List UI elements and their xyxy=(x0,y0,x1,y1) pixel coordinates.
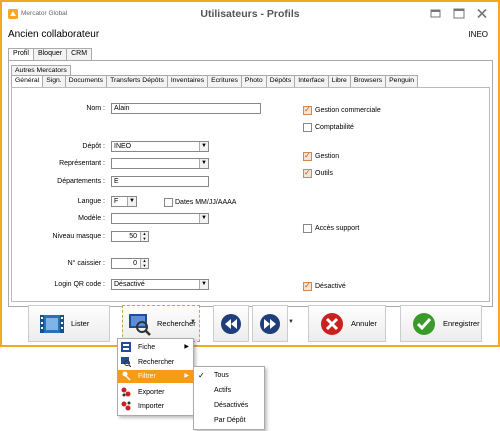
niveau-masque-label: Niveau masque : xyxy=(52,233,105,240)
submenu-arrow-icon: ▶ xyxy=(184,373,189,379)
filtrer-submenu: ✓ Tous Actifs Désactivés Par Dépôt xyxy=(193,366,265,430)
no-caissier-stepper[interactable]: 0 ▲ ▼ xyxy=(111,258,149,269)
niveau-masque-stepper[interactable]: 50 ▲ ▼ xyxy=(111,231,149,242)
chevron-down-icon: ▼ xyxy=(199,142,208,151)
stepper-arrows-icon[interactable]: ▲ ▼ xyxy=(140,232,148,241)
chevron-down-icon: ▼ xyxy=(199,280,208,289)
menu-item-importer[interactable]: Importer xyxy=(118,400,193,413)
submenu-item-actifs[interactable]: Actifs xyxy=(194,384,264,397)
save-check-icon xyxy=(413,312,435,335)
submenu-arrow-icon: ▶ xyxy=(184,344,189,350)
niveau-masque-value: 50 xyxy=(129,233,137,240)
fiche-icon xyxy=(121,342,131,352)
nom-label: Nom : xyxy=(86,105,105,112)
search-icon xyxy=(121,357,131,367)
departements-input[interactable]: E xyxy=(111,176,209,187)
chevron-down-icon: ▼ xyxy=(127,197,136,206)
comptabilite-label: Comptabilité xyxy=(315,124,354,131)
close-window-icon[interactable] xyxy=(476,8,488,19)
login-qr-select[interactable]: Désactivé ▼ xyxy=(111,279,209,290)
check-icon: ✓ xyxy=(198,371,205,380)
previous-button[interactable] xyxy=(213,305,249,342)
dates-format-label: Dates MM/JJ/AAAA xyxy=(175,199,237,206)
menu-item-importer-label: Importer xyxy=(138,403,165,410)
langue-select[interactable]: F ▼ xyxy=(111,196,137,207)
rewind-icon xyxy=(221,313,241,334)
no-caissier-label: N° caissier : xyxy=(67,260,105,267)
menu-item-fiche-label: Fiche xyxy=(138,344,156,351)
film-list-icon xyxy=(40,314,64,333)
comptabilite-checkbox[interactable] xyxy=(303,123,312,132)
representant-label: Représentant : xyxy=(59,160,105,167)
menu-item-exporter-label: Exporter xyxy=(138,389,165,396)
submenu-item-desactives-label: Désactivés xyxy=(214,402,249,409)
filter-icon xyxy=(122,371,131,381)
login-qr-value: Désactivé xyxy=(114,281,145,288)
outils-checkbox[interactable] xyxy=(303,168,312,178)
depot-value: INEO xyxy=(114,143,132,150)
submenu-item-actifs-label: Actifs xyxy=(214,387,232,394)
desactive-checkbox[interactable] xyxy=(303,281,312,291)
search-icon xyxy=(129,313,151,336)
depot-select[interactable]: INEO ▼ xyxy=(111,141,209,152)
import-icon xyxy=(121,401,131,411)
login-qr-label: Login QR code : xyxy=(54,281,105,288)
chevron-down-icon: ▼ xyxy=(199,214,208,223)
submenu-item-desactives[interactable]: Désactivés xyxy=(194,399,264,412)
enregistrer-label: Enregistrer xyxy=(443,319,480,328)
export-icon xyxy=(121,387,131,397)
langue-label: Langue : xyxy=(77,198,105,205)
rechercher-menu: Fiche ▶ Rechercher Filtrer ▶ Exporter Im… xyxy=(117,338,194,416)
maximize-window-icon[interactable] xyxy=(453,8,465,19)
gestion-label: Gestion xyxy=(315,153,340,160)
lister-button[interactable]: Lister xyxy=(28,305,110,342)
chevron-down-icon: ▼ xyxy=(199,159,208,168)
lister-label: Lister xyxy=(71,319,90,328)
submenu-item-tous-label: Tous xyxy=(214,372,229,379)
modele-label: Modèle : xyxy=(78,215,105,222)
annuler-button[interactable]: Annuler xyxy=(308,305,386,342)
representant-select[interactable]: ▼ xyxy=(111,158,209,169)
navigation-dropdown-icon[interactable]: ▼ xyxy=(288,319,294,325)
window-title: Utilisateurs - Profils xyxy=(200,8,300,20)
record-title: Ancien collaborateur xyxy=(8,29,100,40)
modele-select[interactable]: ▼ xyxy=(111,213,209,224)
departements-label: Départements : xyxy=(57,178,105,185)
submenu-item-par-depot-label: Par Dépôt xyxy=(214,417,246,424)
enregistrer-button[interactable]: Enregistrer xyxy=(400,305,482,342)
fast-forward-icon xyxy=(260,313,280,334)
submenu-item-par-depot[interactable]: Par Dépôt xyxy=(194,414,264,427)
dates-format-checkbox[interactable] xyxy=(164,198,173,207)
submenu-item-tous[interactable]: ✓ Tous xyxy=(194,369,264,382)
cancel-icon xyxy=(321,312,343,335)
action-bar: Lister Rechercher ▼ ▼ Annuler Enregistre… xyxy=(8,305,493,345)
langue-value: F xyxy=(114,198,119,205)
record-code: INEO xyxy=(468,30,488,39)
annuler-label: Annuler xyxy=(351,319,377,328)
rechercher-dropdown-icon[interactable]: ▼ xyxy=(190,319,196,325)
restore-window-icon[interactable] xyxy=(430,8,442,19)
acces-support-checkbox[interactable] xyxy=(303,224,312,233)
desactive-label: Désactivé xyxy=(315,283,346,290)
next-button[interactable] xyxy=(252,305,288,342)
menu-item-filtrer[interactable]: Filtrer ▶ xyxy=(118,370,193,383)
main-window: Mercator Global Utilisateurs - Profils A… xyxy=(0,0,500,347)
gestion-checkbox[interactable] xyxy=(303,151,312,161)
general-panel xyxy=(11,87,490,302)
stepper-arrows-icon[interactable]: ▲ ▼ xyxy=(140,259,148,268)
acces-support-label: Accès support xyxy=(315,225,360,232)
depot-label: Dépôt : xyxy=(82,143,105,150)
no-caissier-value: 0 xyxy=(133,260,137,267)
title-bar: Mercator Global Utilisateurs - Profils xyxy=(2,2,498,26)
nom-input[interactable]: Alain xyxy=(111,103,261,114)
outils-label: Outils xyxy=(315,170,333,177)
menu-item-fiche[interactable]: Fiche ▶ xyxy=(118,341,193,354)
gestion-commerciale-checkbox[interactable] xyxy=(303,105,312,115)
rechercher-button[interactable]: Rechercher xyxy=(122,305,200,342)
gestion-commerciale-label: Gestion commerciale xyxy=(315,107,381,114)
menu-item-rechercher[interactable]: Rechercher xyxy=(118,356,193,369)
menu-item-rechercher-label: Rechercher xyxy=(138,359,175,366)
menu-item-exporter[interactable]: Exporter xyxy=(118,386,193,399)
menu-item-filtrer-label: Filtrer xyxy=(138,373,156,380)
